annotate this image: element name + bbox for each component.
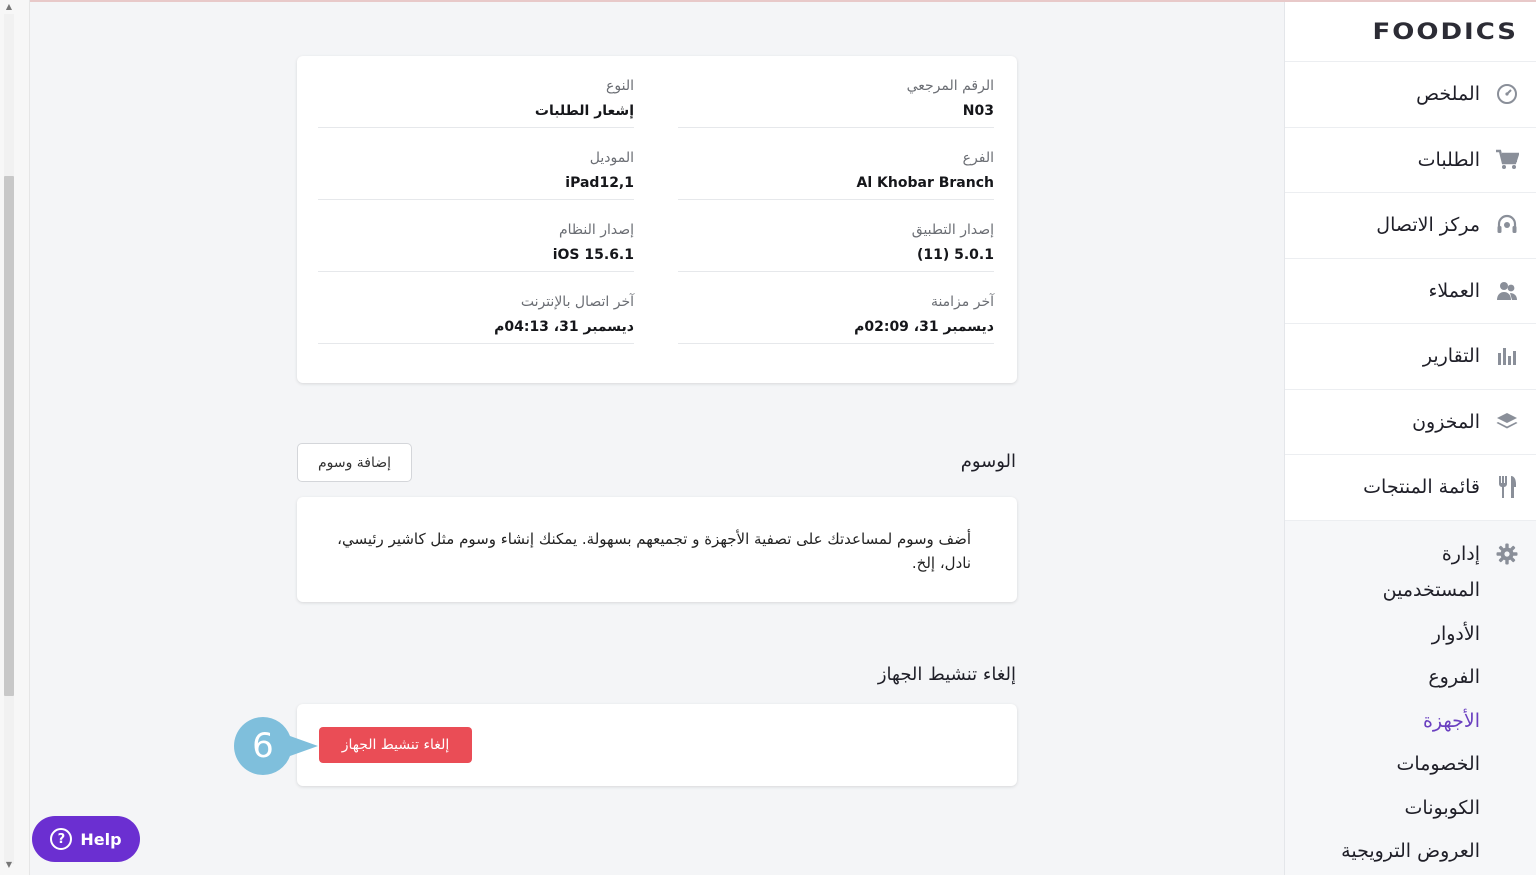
- sidebar-subitem-devices[interactable]: الأجهزة: [1285, 699, 1536, 743]
- sidebar-item-label: الطلبات: [1417, 148, 1480, 171]
- branch-field: الفرع Al Khobar Branch: [678, 128, 994, 200]
- field-value: 5.0.1 (11): [916, 247, 994, 263]
- sidebar-item-admin[interactable]: إدارة: [1285, 539, 1536, 569]
- sidebar-item-menu[interactable]: قائمة المنتجات: [1285, 455, 1536, 521]
- tags-card: أضف وسوم لمساعدتك على تصفية الأجهزة و تج…: [297, 497, 1017, 602]
- tags-empty-text: أضف وسوم لمساعدتك على تصفية الأجهزة و تج…: [337, 530, 971, 572]
- sidebar-item-label: إدارة: [1441, 542, 1480, 565]
- sidebar-item-label: قائمة المنتجات: [1363, 476, 1480, 499]
- device-info-card: الرقم المرجعي N03 النوع إشعار الطلبات ال…: [297, 56, 1017, 383]
- field-value: Al Khobar Branch: [856, 175, 994, 191]
- field-label: إصدار النظام: [558, 222, 634, 238]
- scroll-down-arrow-icon[interactable]: ▼: [3, 860, 15, 870]
- field-label: الموديل: [589, 150, 634, 166]
- scroll-thumb[interactable]: [4, 176, 14, 696]
- sidebar-subitem-branches[interactable]: الفروع: [1285, 656, 1536, 700]
- os-version-field: إصدار النظام iOS 15.6.1: [318, 200, 634, 272]
- sidebar-subitem-coupons[interactable]: الكوبونات: [1285, 786, 1536, 830]
- sidebar-item-reports[interactable]: التقارير: [1285, 324, 1536, 390]
- dashboard-gauge-icon: [1494, 81, 1520, 107]
- sidebar-subitem-users[interactable]: المستخدمين: [1285, 569, 1536, 613]
- customers-icon: [1494, 278, 1520, 304]
- field-value: ديسمبر 31، 02:09م: [854, 319, 994, 335]
- field-value: iPad12,1: [565, 175, 634, 191]
- sidebar-item-label: التقارير: [1422, 345, 1480, 368]
- field-label: إصدار التطبيق: [911, 222, 994, 238]
- help-button[interactable]: ? Help: [32, 816, 140, 862]
- scroll-up-arrow-icon[interactable]: ▲: [3, 2, 15, 12]
- foodics-logo[interactable]: FOODICS: [1285, 2, 1536, 62]
- field-label: النوع: [606, 78, 634, 94]
- cart-icon: [1494, 147, 1520, 173]
- help-label: Help: [80, 829, 122, 849]
- sidebar-item-label: مركز الاتصال: [1376, 214, 1480, 237]
- sidebar: FOODICS الملخص الطلبات مركز الاتصال العم…: [1284, 2, 1536, 875]
- field-label: آخر اتصال بالإنترنت: [520, 294, 634, 310]
- gear-icon: [1494, 541, 1520, 567]
- sidebar-item-label: العملاء: [1428, 279, 1481, 302]
- reference-field: الرقم المرجعي N03: [678, 56, 994, 128]
- model-field: الموديل iPad12,1: [318, 128, 634, 200]
- sidebar-item-label: المخزون: [1412, 410, 1480, 433]
- field-label: الرقم المرجعي: [906, 78, 994, 94]
- bar-chart-icon: [1494, 343, 1520, 369]
- sidebar-item-label: الملخص: [1416, 83, 1480, 106]
- sidebar-item-summary[interactable]: الملخص: [1285, 62, 1536, 128]
- deactivate-device-button[interactable]: إلغاء تنشيط الجهاز: [319, 727, 472, 763]
- last-online-field: آخر اتصال بالإنترنت ديسمبر 31، 04:13م: [318, 272, 634, 344]
- field-label: آخر مزامنة: [930, 294, 994, 310]
- field-label: الفرع: [962, 150, 994, 166]
- field-value: iOS 15.6.1: [552, 247, 634, 263]
- last-sync-field: آخر مزامنة ديسمبر 31، 02:09م: [678, 272, 994, 344]
- app-version-field: إصدار التطبيق 5.0.1 (11): [678, 200, 994, 272]
- sidebar-item-customers[interactable]: العملاء: [1285, 259, 1536, 324]
- step-marker-number: 6: [252, 726, 274, 766]
- sidebar-item-inventory[interactable]: المخزون: [1285, 390, 1536, 455]
- sidebar-admin-section: إدارة المستخدمين الأدوار الفروع الأجهزة …: [1285, 520, 1536, 875]
- field-value: إشعار الطلبات: [534, 103, 634, 119]
- deactivate-section-title: إلغاء تنشيط الجهاز: [877, 664, 1016, 685]
- headset-icon: [1494, 212, 1520, 238]
- layers-icon: [1494, 409, 1520, 435]
- fork-knife-icon: [1494, 474, 1520, 500]
- question-circle-icon: ?: [50, 828, 73, 850]
- sidebar-item-call-center[interactable]: مركز الاتصال: [1285, 193, 1536, 259]
- sidebar-subitem-promotions[interactable]: العروض الترويجية: [1285, 830, 1536, 874]
- field-value: ديسمبر 31، 04:13م: [494, 319, 634, 335]
- add-tags-button[interactable]: إضافة وسوم: [297, 443, 412, 482]
- page-scrollbar[interactable]: ▲ ▼: [0, 0, 30, 875]
- type-field: النوع إشعار الطلبات: [318, 56, 634, 128]
- sidebar-item-orders[interactable]: الطلبات: [1285, 128, 1536, 193]
- sidebar-subitem-roles[interactable]: الأدوار: [1285, 612, 1536, 656]
- tags-section-title: الوسوم: [960, 451, 1016, 472]
- field-value: N03: [962, 103, 994, 119]
- sidebar-subitem-discounts[interactable]: الخصومات: [1285, 743, 1536, 787]
